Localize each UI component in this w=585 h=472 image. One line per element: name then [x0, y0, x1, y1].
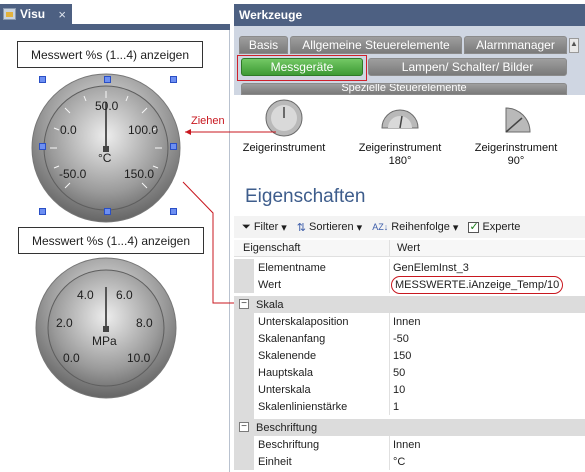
properties-toolbar: ⏷Filter▾ ⇅Sortieren▾ AZ↓Reihenfolge▾ Exp… [234, 216, 585, 238]
property-name: Einheit [258, 455, 292, 468]
column-divider [389, 276, 390, 293]
column-divider [389, 313, 390, 330]
row-gutter [234, 347, 254, 364]
order-label: Reihenfolge [391, 221, 450, 233]
property-row[interactable]: Unterskala 10 [234, 381, 585, 398]
sort-label: Sortieren [309, 221, 354, 233]
column-divider [389, 453, 390, 470]
property-value[interactable]: 150 [393, 350, 411, 362]
properties-title: Eigenschaften [234, 180, 585, 214]
sort-icon: ⇅ [296, 221, 307, 234]
section-beschriftung[interactable]: − Beschriftung [234, 419, 585, 436]
filter-icon: ⏷ [242, 220, 251, 233]
chevron-down-icon: ▾ [281, 221, 287, 234]
wert-expression-field[interactable]: MESSWERTE.iAnzeige_Temp/10 [391, 275, 564, 294]
row-gutter [234, 398, 254, 415]
property-value[interactable]: 10 [393, 384, 405, 396]
column-divider [389, 330, 390, 347]
property-value[interactable]: GenElemInst_3 [393, 262, 469, 274]
section-label: Beschriftung [256, 421, 318, 434]
chevron-down-icon: ▾ [452, 221, 459, 234]
property-row[interactable]: Beschriftung Innen [234, 436, 585, 453]
property-grid-header: Eigenschaft Wert [234, 240, 585, 257]
filter-button[interactable]: ⏷ Filter ▾ [242, 221, 287, 234]
row-gutter [234, 381, 254, 398]
property-row[interactable]: Skalenanfang -50 [234, 330, 585, 347]
row-gutter [234, 436, 254, 453]
row-gutter [234, 276, 254, 293]
collapse-icon[interactable]: − [239, 422, 249, 432]
property-name: Unterskala [258, 383, 311, 396]
property-name: Skalenlinienstärke [258, 400, 348, 413]
property-value[interactable]: Innen [393, 316, 421, 328]
section-label: Skala [256, 298, 284, 311]
column-divider [389, 436, 390, 453]
property-row[interactable]: Elementname GenElemInst_3 [234, 259, 585, 276]
property-name: Beschriftung [258, 438, 320, 451]
column-header-value: Wert [397, 242, 421, 254]
property-row[interactable]: Einheit °C [234, 453, 585, 470]
property-value[interactable]: °C [393, 456, 405, 468]
order-button[interactable]: AZ↓ Reihenfolge ▾ [372, 221, 458, 234]
column-divider [389, 347, 390, 364]
property-value[interactable]: 50 [393, 367, 405, 379]
column-divider [389, 364, 390, 381]
row-gutter [234, 259, 254, 276]
property-row-wert[interactable]: Wert MESSWERTE.iAnzeige_Temp/10 [234, 275, 585, 294]
property-row[interactable]: Hauptskala 50 [234, 364, 585, 381]
collapse-icon[interactable]: − [239, 299, 249, 309]
column-header-property: Eigenschaft [243, 242, 301, 254]
filter-label: Filter [253, 221, 279, 233]
checkbox-checked-icon [468, 220, 480, 233]
section-skala[interactable]: − Skala [234, 296, 585, 313]
row-gutter [234, 330, 254, 347]
arrowhead-icon [185, 129, 191, 135]
property-name: Elementname [258, 261, 326, 274]
property-value[interactable]: 1 [393, 401, 399, 413]
property-name: Unterskalaposition [258, 315, 349, 328]
property-value[interactable]: Innen [393, 439, 421, 451]
property-name: Skalenanfang [258, 332, 326, 345]
row-gutter [234, 453, 254, 470]
property-row[interactable]: Skalenlinienstärke 1 [234, 398, 585, 415]
column-divider [389, 259, 390, 276]
property-name: Wert [258, 278, 282, 291]
column-divider [389, 381, 390, 398]
property-name: Skalenende [258, 349, 317, 362]
expert-checkbox[interactable]: Experte [468, 220, 521, 233]
row-gutter [234, 364, 254, 381]
chevron-down-icon: ▾ [356, 221, 363, 234]
property-value[interactable]: -50 [393, 333, 409, 345]
column-divider [389, 240, 390, 256]
property-grid: Eigenschaft Wert Elementname GenElemInst_… [234, 240, 585, 472]
expert-label: Experte [482, 221, 521, 233]
column-divider [389, 398, 390, 415]
property-row[interactable]: Skalenende 150 [234, 347, 585, 364]
property-name: Hauptskala [258, 366, 314, 379]
sort-button[interactable]: ⇅ Sortieren ▾ [297, 221, 362, 234]
property-row[interactable]: Unterskalaposition Innen [234, 313, 585, 330]
row-gutter [234, 313, 254, 330]
az-sort-icon: AZ↓ [372, 222, 389, 232]
